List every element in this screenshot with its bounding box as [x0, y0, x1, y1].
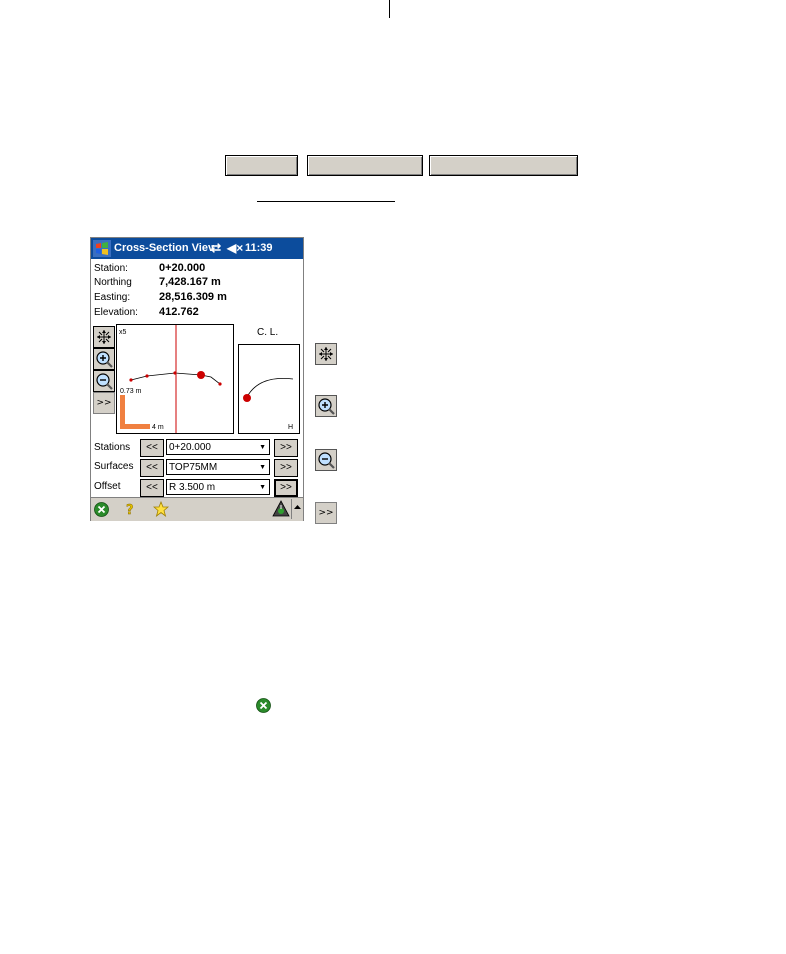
hyperlink-underline[interactable]: [257, 201, 395, 202]
clock[interactable]: 11:39: [245, 242, 273, 254]
offset-prev-button[interactable]: <<: [140, 479, 164, 497]
text-cursor: [389, 0, 390, 18]
profile-point: [129, 378, 133, 382]
surfaces-prev-button[interactable]: <<: [140, 459, 164, 477]
zoom-in-icon: [96, 351, 113, 368]
chevron-down-icon: ▼: [259, 444, 266, 451]
svg-text:?: ?: [126, 503, 134, 517]
top-button-3[interactable]: [429, 155, 578, 176]
stations-select-value: 0+20.000: [169, 442, 211, 453]
zoom-out-icon: [318, 452, 335, 469]
alignment-curve: [246, 378, 294, 398]
easting-label: Easting:: [94, 292, 131, 303]
stations-next-button[interactable]: >>: [274, 439, 298, 457]
zoom-extents-icon: [97, 330, 111, 344]
horizontal-scale-label: 4 m: [152, 424, 164, 431]
offset-select-value: R 3.500 m: [169, 482, 216, 493]
legend-zoom-out: [315, 449, 337, 471]
zoom-out-icon: [96, 373, 113, 390]
surfaces-label: Surfaces: [94, 461, 134, 472]
offset-label: Offset: [94, 481, 121, 492]
pda-window: Cross-Section Viev ⇄ ◀× 11:39 Station: 0…: [90, 237, 304, 521]
zoom-extents-icon: [319, 347, 333, 361]
surfaces-next-button[interactable]: >>: [274, 459, 298, 477]
current-position-marker: [243, 394, 251, 402]
plan-view-plot[interactable]: H: [238, 344, 300, 434]
close-icon[interactable]: [94, 502, 109, 517]
legend-zoom-in: [315, 395, 337, 417]
offset-select[interactable]: R 3.500 m ▼: [166, 479, 270, 495]
favorite-star-icon[interactable]: [153, 501, 169, 517]
title-bar: Cross-Section Viev ⇄ ◀× 11:39: [91, 238, 303, 259]
elevation-label: Elevation:: [94, 307, 138, 318]
cross-section-plot[interactable]: x5 0.73 m 4 m: [116, 324, 234, 434]
window-title: Cross-Section Viev: [114, 242, 215, 254]
plot-scale-label: x5: [119, 329, 127, 336]
zoom-out-button[interactable]: [93, 370, 115, 392]
station-value: 0+20.000: [159, 262, 206, 274]
surfaces-select-value: TOP75MM: [169, 462, 218, 473]
stations-prev-button[interactable]: <<: [140, 439, 164, 457]
top-button-2[interactable]: [307, 155, 423, 176]
vertical-scale-label: 0.73 m: [120, 388, 142, 395]
survey-app-icon[interactable]: [272, 500, 290, 518]
chevron-up-icon: [294, 505, 301, 509]
offset-next-button[interactable]: >>: [274, 479, 298, 497]
elevation-value: 412.762: [159, 306, 199, 318]
top-button-1[interactable]: [225, 155, 298, 176]
northing-label: Northing: [94, 277, 132, 288]
stations-label: Stations: [94, 442, 131, 453]
legend-zoom-extents: [315, 343, 337, 365]
profile-point: [145, 374, 149, 378]
stations-select[interactable]: 0+20.000 ▼: [166, 439, 270, 455]
easting-value: 28,516.309 m: [159, 291, 227, 303]
surfaces-select[interactable]: TOP75MM ▼: [166, 459, 270, 475]
help-icon[interactable]: ?: [124, 502, 136, 517]
centerline-label: C. L.: [257, 327, 279, 338]
close-icon: [256, 698, 271, 713]
windows-start-icon[interactable]: [93, 240, 111, 257]
northing-value: 7,428.167 m: [159, 276, 221, 288]
profile-point: [173, 371, 177, 375]
station-label: Station:: [94, 263, 128, 274]
plan-view-canvas: H: [243, 378, 294, 431]
horizontal-scale-bar: [120, 424, 150, 429]
zoom-in-icon: [318, 398, 335, 415]
zoom-extents-button[interactable]: [93, 326, 115, 348]
legend-more-button: >>: [315, 502, 337, 524]
profile-point: [218, 382, 222, 386]
side-plot-h-label: H: [288, 424, 293, 431]
zoom-in-button[interactable]: [93, 348, 115, 370]
cross-section-canvas: x5 0.73 m 4 m: [119, 325, 222, 433]
speaker-muted-icon[interactable]: ◀×: [227, 241, 243, 255]
more-tools-button[interactable]: >>: [93, 392, 115, 414]
connectivity-icon[interactable]: ⇄: [211, 241, 221, 255]
vertical-scale-bar: [120, 395, 125, 429]
chevron-down-icon: ▼: [259, 464, 266, 471]
sip-toggle-button[interactable]: [291, 499, 303, 519]
command-bar: ?: [91, 497, 303, 521]
chevron-down-icon: ▼: [259, 484, 266, 491]
current-offset-point: [197, 371, 205, 379]
